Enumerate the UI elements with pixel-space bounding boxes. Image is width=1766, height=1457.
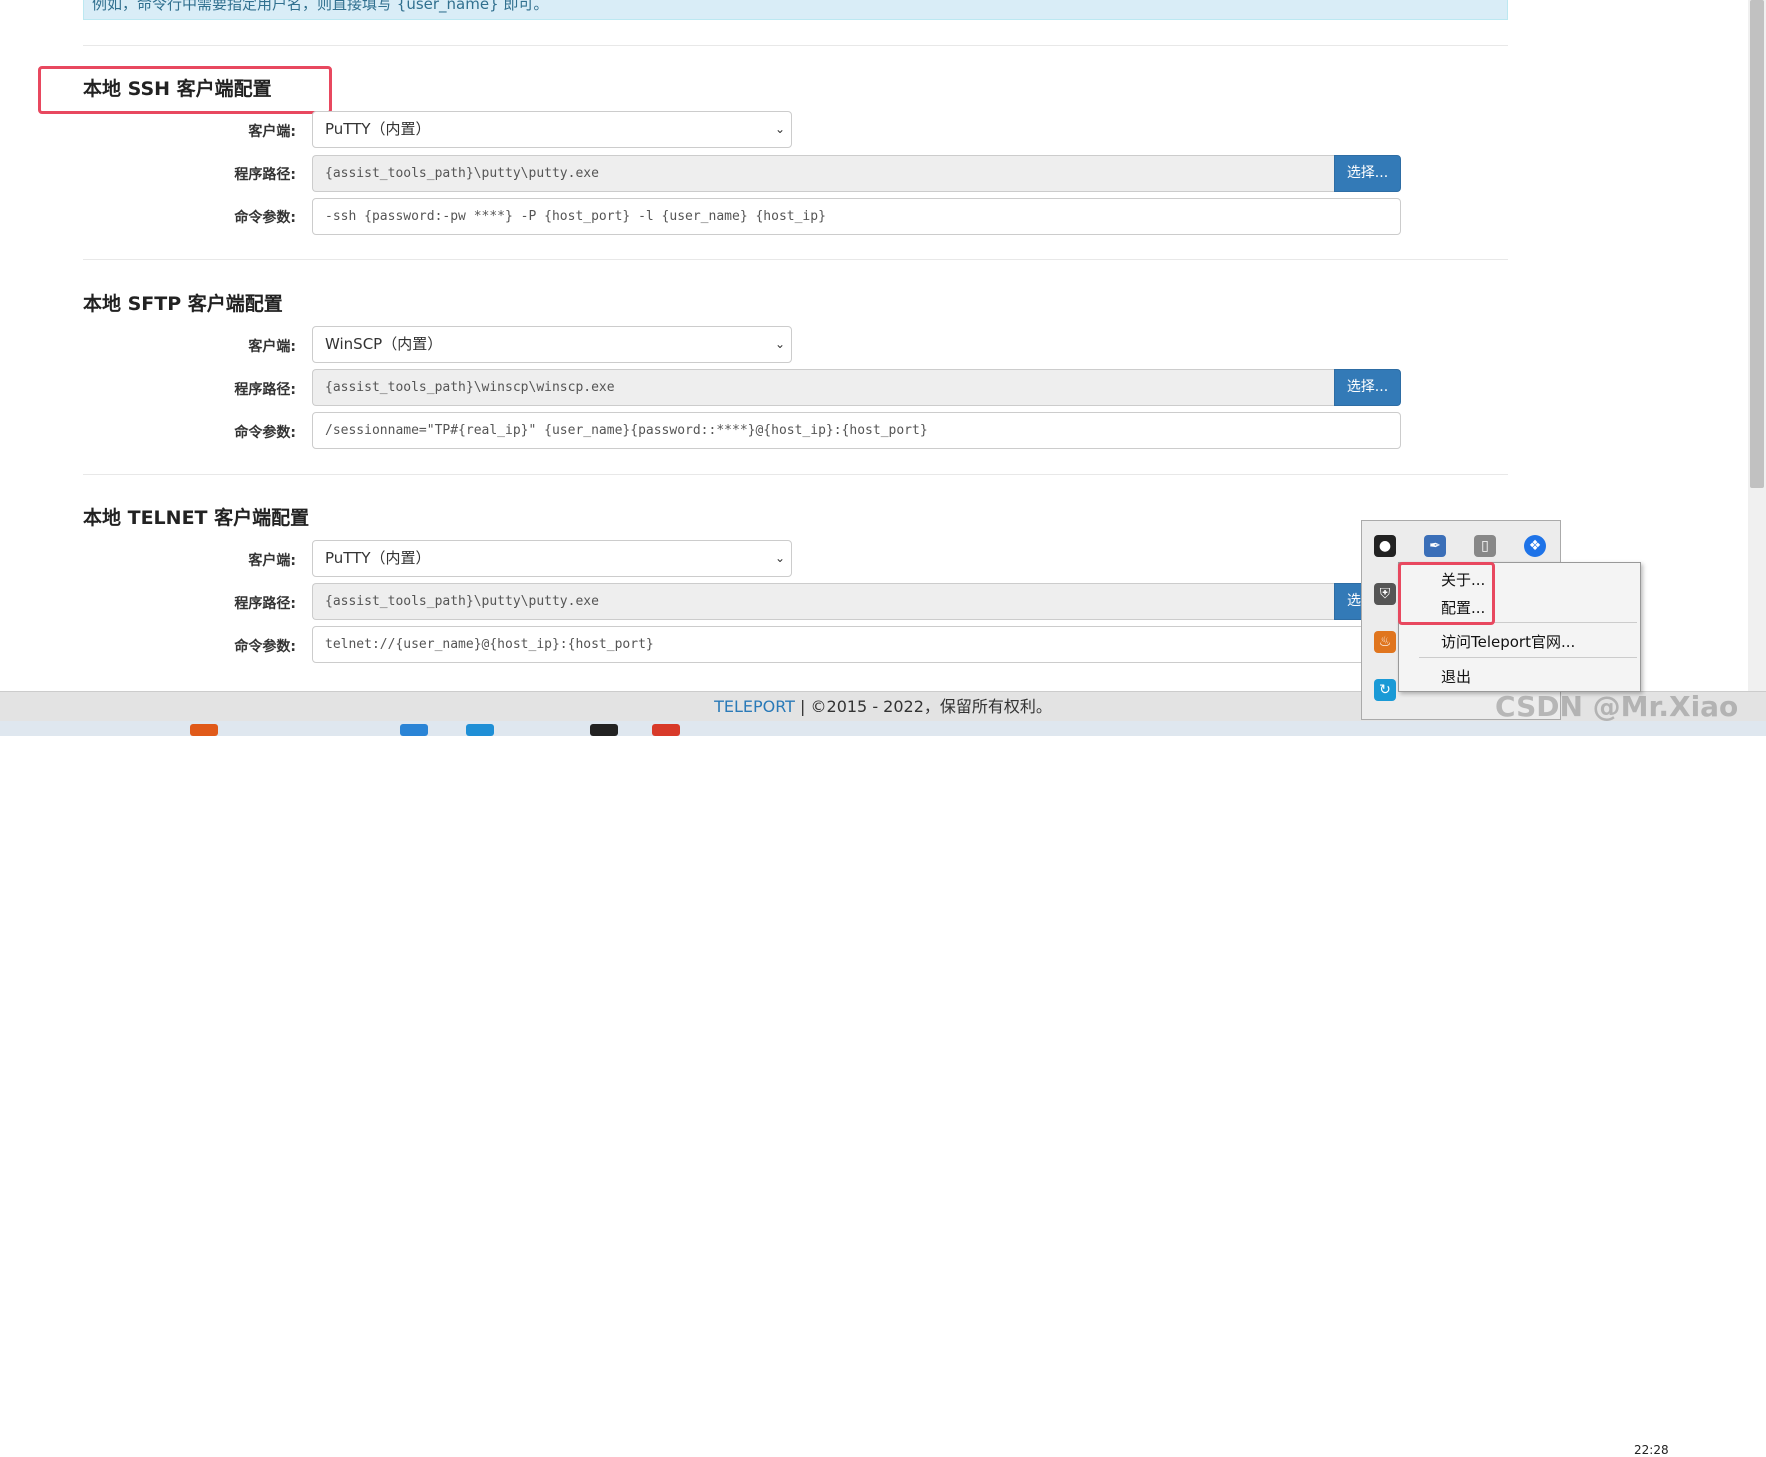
- app-icon[interactable]: [652, 724, 680, 736]
- client-label: 客户端:: [248, 339, 296, 355]
- sftp-client-select[interactable]: WinSCP（内置） ⌄: [312, 326, 792, 363]
- sftp-args-input[interactable]: /sessionname="TP#{real_ip}" {user_name}{…: [312, 412, 1401, 449]
- footer-copyright: | ©2015 - 2022，保留所有权利。: [794, 697, 1052, 716]
- select-value: PuTTY（内置）: [325, 549, 431, 567]
- app-icon[interactable]: [400, 724, 428, 736]
- security-icon[interactable]: ⛨: [1374, 583, 1396, 605]
- args-label: 命令参数:: [234, 210, 296, 226]
- qq-icon[interactable]: ●: [1374, 535, 1396, 557]
- path-label: 程序路径:: [234, 167, 296, 183]
- section-title-telnet: 本地 TELNET 客户端配置: [83, 507, 310, 529]
- watermark: CSDN @Mr.Xiao: [1495, 690, 1739, 723]
- args-label: 命令参数:: [234, 425, 296, 441]
- taskbar: 22:28: [0, 721, 1766, 1457]
- menu-separator: [1419, 657, 1637, 658]
- divider: [83, 45, 1508, 46]
- scrollbar-thumb[interactable]: [1750, 0, 1764, 488]
- telnet-path-input[interactable]: {assist_tools_path}\putty\putty.exe: [312, 583, 1334, 620]
- ssh-choose-button[interactable]: 选择...: [1334, 155, 1401, 192]
- clock: 22:28: [1634, 1443, 1669, 1457]
- divider: [83, 474, 1508, 475]
- footer-brand-link[interactable]: TELEPORT: [714, 697, 795, 716]
- divider: [83, 259, 1508, 260]
- java-icon[interactable]: ♨: [1374, 631, 1396, 653]
- menu-item-website[interactable]: 访问Teleport官网...: [1441, 631, 1575, 652]
- args-label: 命令参数:: [234, 639, 296, 655]
- app-icon[interactable]: [190, 724, 218, 736]
- menu-item-exit[interactable]: 退出: [1441, 666, 1471, 687]
- ssh-client-select[interactable]: PuTTY（内置） ⌄: [312, 111, 792, 148]
- chevron-down-icon: ⌄: [774, 337, 785, 351]
- chevron-down-icon: ⌄: [774, 122, 785, 136]
- sftp-choose-button[interactable]: 选择...: [1334, 369, 1401, 406]
- sftp-path-input[interactable]: {assist_tools_path}\winscp\winscp.exe: [312, 369, 1334, 406]
- app-icon[interactable]: [590, 724, 618, 736]
- ssh-args-input[interactable]: -ssh {password:-pw ****} -P {host_port} …: [312, 198, 1401, 235]
- app-icon[interactable]: [466, 724, 494, 736]
- section-title-sftp: 本地 SFTP 客户端配置: [83, 293, 283, 315]
- pen-icon[interactable]: ✒: [1424, 535, 1446, 557]
- usb-icon[interactable]: ▯: [1474, 535, 1496, 557]
- select-value: WinSCP（内置）: [325, 335, 443, 353]
- menu-highlight-box: [1398, 562, 1495, 625]
- chevron-down-icon: ⌄: [774, 551, 785, 565]
- telnet-args-input[interactable]: telnet://{user_name}@{host_ip}:{host_por…: [312, 626, 1401, 663]
- client-label: 客户端:: [248, 553, 296, 569]
- ssh-path-input[interactable]: {assist_tools_path}\putty\putty.exe: [312, 155, 1334, 192]
- swirl-icon[interactable]: ↻: [1374, 679, 1396, 701]
- bluetooth-icon[interactable]: ❖: [1524, 535, 1546, 557]
- select-value: PuTTY（内置）: [325, 120, 431, 138]
- telnet-client-select[interactable]: PuTTY（内置） ⌄: [312, 540, 792, 577]
- section-title-ssh: 本地 SSH 客户端配置: [83, 78, 272, 100]
- client-label: 客户端:: [248, 124, 296, 140]
- info-notice: 例如，命令行中需要指定用户名，则直接填写 {user_name} 即可。: [83, 0, 1508, 20]
- path-label: 程序路径:: [234, 596, 296, 612]
- path-label: 程序路径:: [234, 382, 296, 398]
